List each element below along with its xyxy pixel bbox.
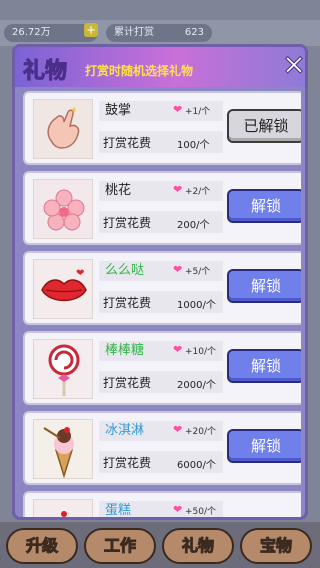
gift-name-row: 鼓掌 ❤ +1/个	[99, 101, 223, 121]
unlock-button[interactable]: 解锁	[227, 349, 301, 383]
total-tips-label: 累计打赏	[114, 27, 154, 38]
modal-title: 礼物	[22, 59, 68, 85]
lips-icon: ❤	[33, 259, 93, 319]
gift-name-row: 蛋糕 ❤ +50/个	[99, 501, 223, 518]
unlock-button[interactable]: 解锁	[227, 189, 301, 223]
gift-name-row: 棒棒糖 ❤ +10/个	[99, 341, 223, 361]
cost-value: 6000/个	[177, 460, 216, 471]
nav-work-button[interactable]: 工作	[84, 528, 156, 564]
gift-name: 鼓掌	[105, 103, 132, 118]
gift-name: 蛋糕	[105, 503, 132, 518]
unlock-button[interactable]: 解锁	[227, 269, 301, 303]
gift-card-peach-blossom: 桃花 ❤ +2/个 打赏花费 200/个 解锁	[23, 171, 301, 245]
total-tips-value: 623	[184, 27, 204, 38]
gift-name: 桃花	[105, 183, 132, 198]
cost-value: 2000/个	[177, 380, 216, 391]
gift-cost-row: 打赏花费 2000/个	[99, 371, 223, 393]
heart-icon: ❤	[173, 103, 183, 116]
top-bar: 26.72万 + 累计打赏 623	[0, 20, 320, 46]
gift-bonus: +10/个	[185, 347, 217, 357]
gift-name: 么么哒	[105, 263, 145, 278]
cost-value: 100/个	[177, 140, 210, 151]
gift-bonus: +1/个	[185, 107, 211, 117]
cost-value: 200/个	[177, 220, 210, 231]
nav-treasure-button[interactable]: 宝物	[240, 528, 312, 564]
gift-cost-row: 打赏花费 6000/个	[99, 451, 223, 473]
heart-icon: ❤	[173, 183, 183, 196]
modal-header: 礼物 打赏时随机选择礼物 ✕	[15, 47, 305, 87]
add-coins-button[interactable]: +	[84, 23, 98, 37]
cost-label: 打赏花费	[103, 456, 152, 470]
cake-icon	[33, 499, 93, 517]
gift-modal: 礼物 打赏时随机选择礼物 ✕ 鼓掌 ❤ +1/个 打赏花费 100/个 已解锁	[12, 44, 308, 520]
gift-name-row: 冰淇淋 ❤ +20/个	[99, 421, 223, 441]
modal-subtitle: 打赏时随机选择礼物	[85, 64, 194, 78]
gift-bonus: +50/个	[185, 507, 217, 517]
coins-value: 26.72万	[12, 27, 51, 38]
peach-blossom-icon	[33, 179, 93, 239]
heart-icon: ❤	[173, 423, 183, 436]
nav-upgrade-button[interactable]: 升级	[6, 528, 78, 564]
gift-name-row: 么么哒 ❤ +5/个	[99, 261, 223, 281]
gift-cost-row: 打赏花费 200/个	[99, 211, 223, 233]
close-button[interactable]: ✕	[281, 51, 305, 80]
unlocked-button[interactable]: 已解锁	[227, 109, 301, 143]
svg-text:❤: ❤	[76, 268, 84, 279]
gift-name: 棒棒糖	[105, 343, 145, 358]
unlock-button[interactable]: 解锁	[227, 429, 301, 463]
gift-bonus: +5/个	[185, 267, 211, 277]
gift-cost-row: 打赏花费 100/个	[99, 131, 223, 153]
gift-card-cake: 蛋糕 ❤ +50/个	[23, 491, 301, 518]
cost-label: 打赏花费	[103, 216, 152, 230]
gift-name: 冰淇淋	[105, 423, 145, 438]
lollipop-icon	[33, 339, 93, 399]
cost-label: 打赏花费	[103, 376, 152, 390]
gift-card-clap: 鼓掌 ❤ +1/个 打赏花费 100/个 已解锁	[23, 91, 301, 165]
gift-bonus: +2/个	[185, 187, 211, 197]
heart-icon: ❤	[173, 503, 183, 516]
gift-card-lollipop: 棒棒糖 ❤ +10/个 打赏花费 2000/个 解锁	[23, 331, 301, 405]
gift-cost-row: 打赏花费 1000/个	[99, 291, 223, 313]
gift-card-kiss: ❤ 么么哒 ❤ +5/个 打赏花费 1000/个 解锁	[23, 251, 301, 325]
ice-cream-icon	[33, 419, 93, 479]
gift-card-ice-cream: 冰淇淋 ❤ +20/个 打赏花费 6000/个 解锁	[23, 411, 301, 485]
clap-icon	[33, 99, 93, 159]
heart-icon: ❤	[173, 343, 183, 356]
nav-gift-button[interactable]: 礼物	[162, 528, 234, 564]
cost-label: 打赏花费	[103, 136, 152, 150]
heart-icon: ❤	[173, 263, 183, 276]
gift-name-row: 桃花 ❤ +2/个	[99, 181, 223, 201]
cost-value: 1000/个	[177, 300, 216, 311]
cost-label: 打赏花费	[103, 296, 152, 310]
gift-bonus: +20/个	[185, 427, 217, 437]
gift-list[interactable]: 鼓掌 ❤ +1/个 打赏花费 100/个 已解锁 桃花 ❤ +2/个 打赏花费 …	[19, 91, 301, 518]
bottom-nav: 升级 工作 礼物 宝物	[0, 522, 320, 568]
